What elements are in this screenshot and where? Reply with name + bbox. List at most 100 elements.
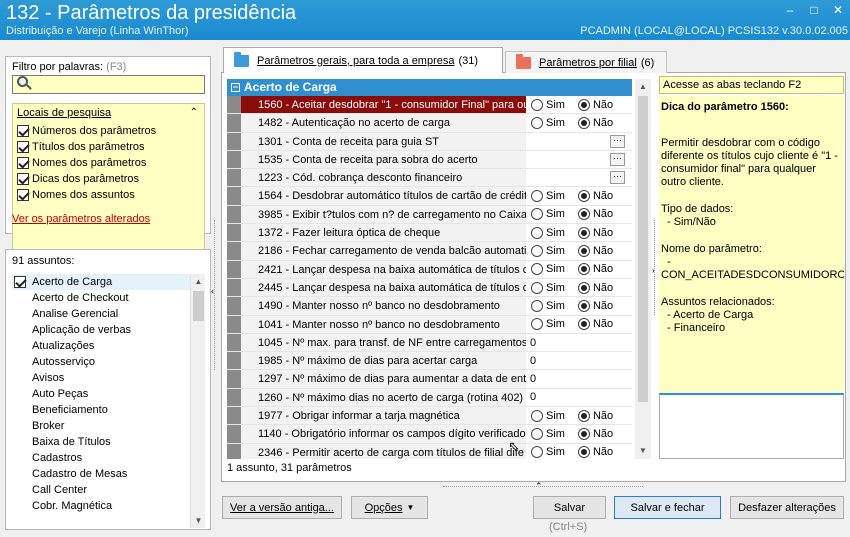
param-value[interactable]: Sim Não bbox=[528, 96, 632, 114]
ellipsis-icon[interactable]: ··· bbox=[610, 134, 625, 148]
collapse-group-icon[interactable]: − bbox=[231, 83, 240, 92]
radio-no[interactable] bbox=[577, 208, 590, 221]
search-location-option[interactable]: Nomes dos parâmetros bbox=[17, 155, 146, 171]
radio-yes[interactable] bbox=[531, 318, 543, 331]
param-row[interactable]: 1535 - Conta de receita para sobra do ac… bbox=[227, 150, 632, 170]
subject-item[interactable]: Broker bbox=[12, 418, 192, 434]
save-close-button[interactable]: Salvar e fechar bbox=[614, 496, 721, 519]
search-location-option[interactable]: Nomes dos assuntos bbox=[17, 187, 135, 203]
param-value[interactable]: Sim Não bbox=[528, 260, 632, 278]
radio-yes[interactable] bbox=[531, 226, 543, 239]
tab-branch-params[interactable]: Parâmetros por filial (6) bbox=[505, 51, 667, 73]
param-row[interactable]: 1140 - Obrigatório informar os campos dí… bbox=[227, 425, 632, 444]
restore-button[interactable]: □ bbox=[802, 0, 826, 20]
radio-yes[interactable] bbox=[531, 208, 543, 221]
radio-yes[interactable] bbox=[531, 98, 543, 111]
param-row[interactable]: 1301 - Conta de receita para guia ST ··· bbox=[227, 132, 632, 151]
subject-item[interactable]: Beneficiamento bbox=[12, 402, 192, 418]
checkbox[interactable] bbox=[17, 125, 29, 137]
subject-item[interactable]: Avisos bbox=[12, 370, 192, 386]
radio-no[interactable] bbox=[577, 446, 590, 459]
param-row[interactable]: 2346 - Permitir acerto de carga com títu… bbox=[227, 443, 632, 459]
param-row[interactable]: 1482 - Autenticação no acerto de carga Si… bbox=[227, 114, 632, 133]
radio-yes[interactable] bbox=[531, 190, 543, 203]
radio-no[interactable] bbox=[577, 318, 590, 331]
radio-no[interactable] bbox=[577, 245, 590, 258]
radio-no[interactable] bbox=[577, 98, 590, 111]
param-row[interactable]: 1372 - Fazer leitura óptica de cheque Sim… bbox=[227, 224, 632, 243]
subject-item[interactable]: Cadastro de Mesas bbox=[12, 466, 192, 482]
radio-no[interactable] bbox=[577, 116, 590, 129]
scroll-down-icon[interactable]: ▼ bbox=[635, 443, 651, 459]
checkbox[interactable] bbox=[17, 141, 29, 153]
scroll-down-icon[interactable]: ▼ bbox=[191, 513, 206, 528]
collapse-left-icon[interactable]: ‹ bbox=[211, 286, 214, 296]
param-value[interactable]: 0 bbox=[528, 388, 632, 407]
radio-no[interactable] bbox=[577, 427, 590, 440]
save-button[interactable]: Salvar bbox=[533, 496, 606, 519]
collapse-up-icon[interactable]: ⌃ bbox=[190, 107, 198, 118]
param-value[interactable]: Sim Não bbox=[528, 315, 632, 333]
radio-no[interactable] bbox=[577, 281, 590, 294]
subject-item[interactable]: Acerto de Carga bbox=[12, 274, 192, 290]
undo-changes-button[interactable]: Desfazer alterações bbox=[730, 496, 844, 519]
subject-item[interactable]: Cadastros bbox=[12, 450, 192, 466]
param-value[interactable]: ··· bbox=[528, 150, 632, 169]
scroll-up-icon[interactable]: ▲ bbox=[635, 79, 651, 95]
radio-no[interactable] bbox=[577, 409, 590, 422]
param-row[interactable]: 1977 - Obrigar informar a tarja magnétic… bbox=[227, 407, 632, 426]
left-splitter[interactable]: ‹ bbox=[211, 220, 219, 370]
param-row[interactable]: 1985 - Nº máximo de dias para acertar ca… bbox=[227, 352, 632, 371]
tab-general-params[interactable]: Parâmetros gerais, para toda a empresa (… bbox=[223, 47, 503, 73]
old-version-button[interactable]: Ver a versão antiga... bbox=[222, 496, 342, 519]
param-row[interactable]: 1297 - Nº máximo de dias para aumentar a… bbox=[227, 370, 632, 389]
subject-item[interactable]: Auto Peças bbox=[12, 386, 192, 402]
collapse-up-icon[interactable]: ⌃ bbox=[535, 481, 543, 492]
radio-yes[interactable] bbox=[531, 299, 543, 312]
radio-no[interactable] bbox=[577, 226, 590, 239]
options-button[interactable]: Opções ▼ bbox=[351, 496, 428, 519]
search-location-option[interactable]: Dicas dos parâmetros bbox=[17, 171, 139, 187]
numeric-value[interactable]: 0 bbox=[530, 334, 536, 352]
param-value[interactable]: ··· bbox=[528, 169, 632, 187]
radio-yes[interactable] bbox=[531, 427, 543, 440]
param-row[interactable]: 3985 - Exibir t?tulos com n? de carregam… bbox=[227, 205, 632, 225]
checkbox[interactable] bbox=[17, 173, 29, 185]
subject-item[interactable]: Call Center bbox=[12, 482, 192, 498]
radio-yes[interactable] bbox=[531, 116, 543, 129]
minimize-button[interactable]: – bbox=[778, 0, 802, 20]
scroll-thumb[interactable] bbox=[638, 96, 648, 402]
param-value[interactable]: 0 bbox=[528, 333, 632, 352]
grid-scrollbar[interactable]: ▲ ▼ bbox=[635, 79, 651, 459]
subject-item[interactable]: Acerto de Checkout bbox=[12, 290, 192, 306]
radio-yes[interactable] bbox=[531, 446, 543, 459]
search-location-option[interactable]: Títulos dos parâmetros bbox=[17, 139, 145, 155]
group-header[interactable]: − Acerto de Carga bbox=[227, 79, 632, 96]
param-row[interactable]: 1045 - Nº max. para transf. de NF entre … bbox=[227, 333, 632, 353]
param-value[interactable]: Sim Não bbox=[528, 224, 632, 242]
checkbox[interactable] bbox=[14, 276, 26, 288]
ellipsis-icon[interactable]: ··· bbox=[610, 152, 625, 166]
radio-yes[interactable] bbox=[531, 245, 543, 258]
param-row[interactable]: 2445 - Lançar despesa na baixa automátic… bbox=[227, 278, 632, 298]
altered-params-link[interactable]: Ver os parâmetros alterados bbox=[12, 213, 150, 225]
param-row[interactable]: 1490 - Manter nosso nº banco no desdobra… bbox=[227, 297, 632, 316]
param-row[interactable]: 1041 - Manter nosso nº banco no desdobra… bbox=[227, 315, 632, 334]
param-value[interactable]: ··· bbox=[528, 132, 632, 150]
grid-splitter[interactable]: › bbox=[652, 80, 658, 458]
subjects-scrollbar[interactable]: ▲ ▼ bbox=[190, 274, 205, 528]
subject-item[interactable]: Autosserviço bbox=[12, 354, 192, 370]
param-value[interactable]: Sim Não bbox=[528, 425, 632, 443]
param-row[interactable]: 1560 - Aceitar desdobrar "1 - consumidor… bbox=[227, 96, 632, 115]
param-value[interactable]: Sim Não bbox=[528, 443, 632, 459]
param-value[interactable]: 0 bbox=[528, 352, 632, 370]
scroll-up-icon[interactable]: ▲ bbox=[191, 274, 206, 289]
param-row[interactable]: 1260 - Nº máximo dias no acerto de carga… bbox=[227, 388, 632, 408]
subject-item[interactable]: Atualizações bbox=[12, 338, 192, 354]
close-button[interactable]: ✕ bbox=[826, 0, 850, 20]
bottom-splitter[interactable]: ⌃ bbox=[443, 481, 643, 492]
param-row[interactable]: 1223 - Cód. cobrança desconto financeiro… bbox=[227, 169, 632, 188]
param-value[interactable]: Sim Não bbox=[528, 187, 632, 205]
param-value[interactable]: Sim Não bbox=[528, 242, 632, 260]
filter-input[interactable] bbox=[12, 75, 205, 94]
